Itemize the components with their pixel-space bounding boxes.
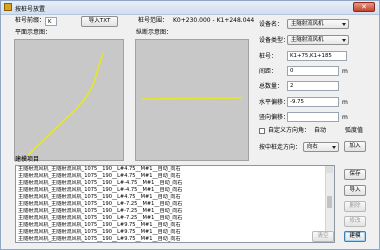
stake-no-input[interactable]: K1+75,K1+185 xyxy=(287,51,347,61)
list-item[interactable]: 主隧射流风机_主隧射流风机_1075__190__L#9.75__M#1__自动… xyxy=(16,229,334,236)
chevron-down-icon xyxy=(332,146,336,149)
h-offset-label: 水平偏移： xyxy=(259,99,290,106)
spacing-input[interactable]: 0 xyxy=(287,66,339,76)
equipment-name-value: 主隧射流风机 xyxy=(291,21,324,27)
save-button[interactable]: 保存 xyxy=(344,169,366,180)
list-item[interactable]: 主隧射流风机_主隧射流风机_1075__190__L#-7.25__M#1__自… xyxy=(16,208,334,215)
profile-view-canvas xyxy=(135,39,249,161)
list-item[interactable]: 主隧射流风机_主隧射流风机_1075__190__L#-4.75__M#1__自… xyxy=(16,187,334,194)
delete-button[interactable]: 删除 xyxy=(344,201,366,212)
clear-button[interactable]: 清空 xyxy=(312,231,334,242)
scroll-up-icon[interactable] xyxy=(326,166,333,173)
equipment-name-label: 设备名： xyxy=(259,21,284,28)
records-list[interactable]: 主隧射流风机_主隧射流风机_1075__190__L#4.75__M#1__自动… xyxy=(15,165,335,243)
plan-view-label: 平面示意图： xyxy=(15,29,52,36)
custom-direction-label: 自定义方向角： xyxy=(268,127,311,134)
list-item[interactable]: 主隧射流风机_主隧射流风机_1075__190__L#4.75__M#1__自动… xyxy=(16,166,334,173)
list-item[interactable]: 主隧射流风机_主隧射流风机_1075__190__L#-7.25__M#1__自… xyxy=(16,201,334,208)
list-item[interactable]: 主隧射流风机_主隧射流风机_1075__190__L#9.75__M#1__自动… xyxy=(16,222,334,229)
equipment-name-select[interactable]: 主隧射流风机 xyxy=(287,19,349,29)
h-offset-unit: m xyxy=(342,99,348,106)
dialog-window: 按桩号放置 ✕ 桩号前缀： K 导入TXT 桩号范围： K0+230.000 -… xyxy=(0,0,380,250)
records-rows: 主隧射流风机_主隧射流风机_1075__190__L#4.75__M#1__自动… xyxy=(16,166,334,242)
stake-range-label: 桩号范围： xyxy=(138,17,169,24)
radian-label: 弧度值 xyxy=(345,127,364,134)
records-label: 建模项目 xyxy=(15,156,40,163)
window-title: 按桩号放置 xyxy=(15,6,46,13)
modify-button[interactable]: 修改 xyxy=(344,216,366,227)
h-offset-input[interactable]: -9.75 xyxy=(287,97,339,107)
stake-no-label: 桩号： xyxy=(259,53,278,60)
spacing-unit: m xyxy=(342,68,348,75)
total-input[interactable]: 2 xyxy=(287,81,339,91)
total-label: 总数量： xyxy=(259,83,284,90)
v-offset-input[interactable] xyxy=(287,112,339,122)
plan-alignment-curve xyxy=(27,52,104,156)
app-icon xyxy=(4,3,12,11)
arrange-direction-label: 按中桩走方向： xyxy=(259,144,302,151)
close-button[interactable]: ✕ xyxy=(353,2,375,12)
arrange-direction-select[interactable]: 向右 xyxy=(303,142,339,152)
import-button[interactable]: 导入 xyxy=(344,185,366,196)
list-item[interactable]: 主隧射流风机_主隧射流风机_1075__190__L#-7.25__M#1__自… xyxy=(16,215,334,222)
plan-view-canvas xyxy=(14,39,124,161)
import-txt-button[interactable]: 导入TXT xyxy=(81,16,118,27)
stake-range-value: K0+230.000 - K1+248.044 xyxy=(173,17,255,24)
equipment-type-select[interactable]: 主隧射流风机 xyxy=(287,35,349,45)
add-button[interactable]: 加入 xyxy=(344,141,366,152)
list-item[interactable]: 主隧射流风机_主隧射流风机_1075__190__L#4.75__M#1__自动… xyxy=(16,194,334,201)
profile-alignment-line xyxy=(141,97,243,100)
list-item[interactable]: 主隧射流风机_主隧射流风机_1075__190__L#4.75__M#1__自动… xyxy=(16,173,334,180)
list-item[interactable]: 主隧射流风机_主隧射流风机_1075__190__L#9.75__M#1__自动… xyxy=(16,236,334,242)
custom-direction-checkbox[interactable] xyxy=(259,128,265,134)
spacing-label: 间距： xyxy=(259,68,278,75)
custom-direction-value: 自动 xyxy=(314,127,327,134)
v-offset-unit: m xyxy=(342,114,348,121)
stake-prefix-label: 桩号前缀： xyxy=(15,17,46,24)
chevron-down-icon xyxy=(342,39,346,42)
scroll-thumb[interactable] xyxy=(327,196,332,208)
equipment-type-label: 设备类型： xyxy=(259,37,290,44)
title-bar: 按桩号放置 ✕ xyxy=(1,1,379,15)
arrange-direction-value: 向右 xyxy=(307,144,318,150)
stake-prefix-input[interactable]: K xyxy=(45,17,57,26)
profile-view-label: 纵断示意图： xyxy=(136,29,173,36)
equipment-type-value: 主隧射流风机 xyxy=(291,37,324,43)
model-button[interactable]: 建模 xyxy=(344,231,366,242)
chevron-down-icon xyxy=(342,23,346,26)
list-item[interactable]: 主隧射流风机_主隧射流风机_1075__190__L#-4.75__M#1__自… xyxy=(16,180,334,187)
v-offset-label: 竖向偏移： xyxy=(259,114,290,121)
